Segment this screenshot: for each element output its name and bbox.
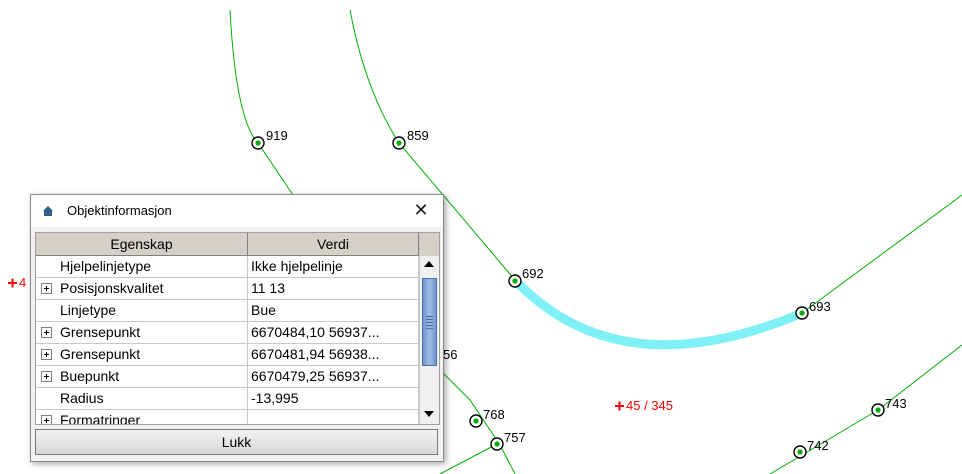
property-value: Ikke hjelpelinje [248,256,419,278]
point-label: 743 [885,396,907,411]
property-value: -13,995 [248,388,419,410]
property-value: 6670481,94 56938... [248,344,419,366]
close-button[interactable]: ✕ [399,195,443,227]
position-marker: 4 [8,275,26,290]
property-name-label: Grensepunkt [60,324,141,340]
home-icon [43,206,53,216]
property-name: Posisjonskvalitet [36,278,248,300]
scrollbar-corner [420,233,439,257]
point-label: 859 [407,128,429,143]
survey-point[interactable]: 768 [469,407,505,428]
property-name: Buepunkt [36,366,248,388]
property-name-label: Posisjonskvalitet [60,280,164,296]
expand-plus-icon[interactable] [41,327,52,338]
close-dialog-button[interactable]: Lukk [35,429,438,455]
point-dot [255,140,261,146]
grid-header: Egenskap Verdi [36,233,419,256]
survey-point[interactable]: 859 [392,128,429,150]
expand-plus-icon[interactable] [41,349,52,360]
property-row[interactable]: Radius -13,995 [36,388,419,410]
property-name-label: Grensepunkt [60,346,141,362]
point-dot [875,407,881,413]
property-row[interactable]: Grensepunkt 6670484,10 56937... [36,322,419,344]
expand-plus-icon[interactable] [41,415,52,424]
boundary-line [439,443,498,474]
property-row[interactable]: Hjelpelinjetype Ikke hjelpelinje [36,256,419,278]
property-value: 11 13 [248,278,419,300]
vertical-scrollbar[interactable] [419,233,439,424]
grip-icon [426,315,433,329]
marker-label: 4 [19,275,26,290]
property-name: Formatringer [36,410,248,425]
scroll-down-arrow[interactable] [420,407,439,424]
property-row[interactable]: Linjetype Bue [36,300,419,322]
property-name: Grensepunkt [36,344,248,366]
property-name-label: Hjelpelinjetype [60,258,152,274]
property-value: 6670484,10 56937... [248,322,419,344]
property-name: Radius [36,388,248,410]
boundary-line [801,194,962,314]
survey-point[interactable]: 693 [795,299,831,320]
property-name: Linjetype [36,300,248,322]
survey-point[interactable]: 692 [508,266,544,288]
point-dot [473,418,479,424]
point-dot [797,449,803,455]
object-info-dialog: Objektinformasjon ✕ Egenskap Verdi Hjelp… [30,194,444,462]
point-dot [512,278,518,284]
marker-label: 45 / 345 [626,398,673,413]
property-value: Bue [248,300,419,322]
scrollbar-thumb[interactable] [422,278,437,366]
dialog-title: Objektinformasjon [67,203,172,218]
survey-point[interactable]: 757 [490,430,526,451]
point-dot [494,441,500,447]
point-label: 919 [266,128,288,143]
survey-point[interactable]: 743 [871,396,907,417]
property-row[interactable]: Posisjonskvalitet 11 13 [36,278,419,300]
column-header-property[interactable]: Egenskap [36,233,248,256]
survey-point[interactable]: 742 [793,438,829,459]
point-label: 692 [522,266,544,281]
property-row[interactable]: Buepunkt 6670479,25 56937... [36,366,419,388]
column-header-value[interactable]: Verdi [248,233,419,256]
property-name-label: Buepunkt [60,368,120,384]
dialog-titlebar[interactable]: Objektinformasjon ✕ [31,195,443,227]
survey-point[interactable]: 919 [251,128,288,150]
property-name-label: Formatringer [60,412,141,425]
expand-plus-icon[interactable] [41,283,52,294]
point-label: 56 [443,347,457,362]
point-dot [799,310,805,316]
point-label: 693 [809,299,831,314]
property-name: Grensepunkt [36,322,248,344]
property-name-label: Radius [60,390,104,406]
position-marker: 45 / 345 [615,398,673,413]
selected-arc[interactable] [510,275,807,350]
scroll-up-arrow[interactable] [420,256,439,273]
property-row[interactable]: Formatringer [36,410,419,425]
point-label: 757 [504,430,526,445]
point-dot [396,140,402,146]
point-label: 742 [807,438,829,453]
property-grid: Egenskap Verdi Hjelpelinjetype Ikke hjelp… [35,232,440,425]
property-value [248,410,419,424]
property-name-label: Linjetype [60,302,117,318]
property-value: 6670479,25 56937... [248,366,419,388]
property-name: Hjelpelinjetype [36,256,248,278]
expand-plus-icon[interactable] [41,371,52,382]
point-label: 768 [483,407,505,422]
property-row[interactable]: Grensepunkt 6670481,94 56938... [36,344,419,366]
